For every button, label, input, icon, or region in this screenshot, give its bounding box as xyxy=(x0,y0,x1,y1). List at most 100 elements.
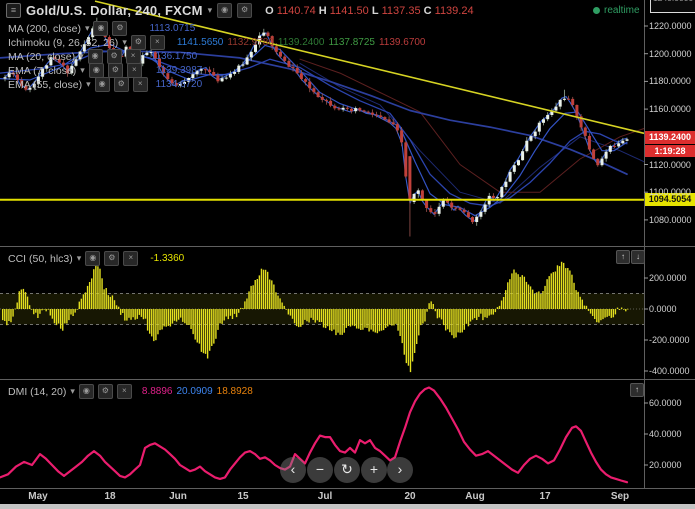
chevron-down-icon[interactable]: ▾ xyxy=(122,37,127,48)
bar-countdown-badge: 1:19:28 xyxy=(645,145,695,157)
cci-axis-label: 200.0000 xyxy=(649,273,687,283)
indicator-value: 1113.0715 xyxy=(149,23,196,34)
chevron-down-icon[interactable]: ▾ xyxy=(70,386,75,397)
cci-panel-header: CCI (50, hlc3) ▾ ◉ ⚙ × -1.3360 xyxy=(8,251,184,266)
price-axis-label: 1160.0000 xyxy=(649,104,691,115)
menu-icon[interactable]: ≡ xyxy=(6,3,21,18)
chart-header: ≡ Gold/U.S. Dollar, 240, FXCM ▾ ◉ ⚙ O 11… xyxy=(6,3,474,18)
close-icon[interactable]: × xyxy=(126,63,142,78)
reset-view-button[interactable]: ↻ xyxy=(334,457,360,483)
chevron-down-icon[interactable]: ▾ xyxy=(80,65,85,76)
pan-right-button[interactable]: › xyxy=(387,457,413,483)
price-axis-label: 1100.0000 xyxy=(649,187,691,198)
time-axis-label: Sep xyxy=(610,491,630,502)
eye-icon[interactable]: ◉ xyxy=(88,63,104,78)
eye-icon[interactable]: ◉ xyxy=(94,77,110,92)
indicator-title[interactable]: MA (20, close) xyxy=(8,51,75,63)
legend-row-ichimoku: Ichimoku (9, 26, 52, 26) ▾ ⚙ × 1141.5650… xyxy=(8,35,426,50)
indicator-value: 1139.3987 xyxy=(155,65,203,76)
close-icon[interactable]: × xyxy=(116,384,132,399)
gear-icon[interactable]: ⚙ xyxy=(112,21,128,36)
open-value: 1140.74 xyxy=(276,4,316,17)
cci-axis-label: -200.0000 xyxy=(649,335,690,345)
indicator-title[interactable]: MA (200, close) xyxy=(8,23,81,35)
chevron-down-icon[interactable]: ▾ xyxy=(208,5,213,16)
eye-icon[interactable]: ◉ xyxy=(217,3,233,18)
cci-axis-label: 0.0000 xyxy=(649,304,677,314)
gear-icon[interactable]: ⚙ xyxy=(113,77,129,92)
indicator-value: -1.3360 xyxy=(150,253,185,264)
chevron-down-icon[interactable]: ▾ xyxy=(77,253,82,264)
ohlc-readout: O 1140.74 H 1141.50 L 1137.35 C 1139.24 xyxy=(265,5,473,17)
indicator-title[interactable]: EMA (55, close) xyxy=(8,79,82,91)
close-icon[interactable]: × xyxy=(123,251,139,266)
dmi-panel-header: DMI (14, 20) ▾ ◉ ⚙ × 8.8896 20.0909 18.8… xyxy=(8,384,253,399)
indicator-value: 1141.5650 xyxy=(176,37,224,48)
high-label: H xyxy=(318,4,327,17)
price-axis-label: 1220.0000 xyxy=(649,21,692,31)
gear-icon[interactable]: ⚙ xyxy=(104,251,120,266)
time-axis-label: 20 xyxy=(404,491,416,502)
indicator-title[interactable]: DMI (14, 20) xyxy=(8,386,66,398)
gear-icon[interactable]: ⚙ xyxy=(106,49,122,64)
cci-axis-label: -400.0000 xyxy=(649,366,690,376)
low-label: L xyxy=(371,4,379,17)
cci-move-up-button[interactable]: ↑ xyxy=(616,250,630,264)
clipped-axis-label: 1240.0000 xyxy=(650,0,695,13)
close-icon[interactable]: × xyxy=(149,35,165,50)
indicator-value: 1132.9780 xyxy=(227,37,274,48)
price-axis-label: 1120.0000 xyxy=(649,159,691,170)
chevron-down-icon[interactable]: ▾ xyxy=(85,23,90,34)
eye-icon[interactable]: ◉ xyxy=(93,21,109,36)
indicator-value: 20.0909 xyxy=(176,386,213,397)
time-axis-label: Jun xyxy=(169,491,187,502)
indicator-value: 18.8928 xyxy=(216,386,253,397)
time-axis-label: May xyxy=(28,491,48,502)
indicator-title[interactable]: CCI (50, hlc3) xyxy=(8,253,73,265)
indicator-value: 1139.6700 xyxy=(378,37,426,48)
time-axis-label: 17 xyxy=(539,491,551,502)
cci-move-down-button[interactable]: ↓ xyxy=(631,250,645,264)
dmi-move-up-button[interactable]: ↑ xyxy=(630,383,644,397)
high-value: 1141.50 xyxy=(329,4,369,17)
indicator-value: 8.8896 xyxy=(141,386,173,397)
price-axis-label: 1180.0000 xyxy=(649,76,691,87)
gear-icon[interactable]: ⚙ xyxy=(130,35,146,50)
gear-icon[interactable]: ⚙ xyxy=(237,3,253,18)
time-axis-label: 18 xyxy=(104,491,116,502)
realtime-label: realtime xyxy=(604,5,640,16)
realtime-status: realtime xyxy=(593,5,640,16)
price-axis-label: 1200.0000 xyxy=(649,48,692,59)
gear-icon[interactable]: ⚙ xyxy=(107,63,123,78)
dmi-axis-label: 60.0000 xyxy=(649,398,682,408)
chevron-down-icon[interactable]: ▾ xyxy=(79,51,84,62)
close-icon[interactable]: × xyxy=(132,77,148,92)
symbol-title[interactable]: Gold/U.S. Dollar, 240, FXCM xyxy=(26,3,203,18)
indicator-title[interactable]: EMA (7, close) xyxy=(8,65,76,77)
current-price-badge: 1139.2400 xyxy=(645,131,695,144)
legend-row-ema7: EMA (7, close) ▾ ◉ ⚙ × 1139.3987 xyxy=(8,63,202,78)
eye-icon[interactable]: ◉ xyxy=(78,384,94,399)
zoom-in-button[interactable]: + xyxy=(361,457,387,483)
zoom-out-button[interactable]: − xyxy=(307,457,333,483)
price-axis-label: 1080.0000 xyxy=(649,214,692,225)
close-value: 1139.24 xyxy=(434,4,474,17)
indicator-value: 1134.6720 xyxy=(155,79,203,90)
close-icon[interactable]: × xyxy=(125,49,141,64)
time-axis-label: 15 xyxy=(237,491,249,502)
bottom-scrollbar[interactable] xyxy=(0,504,695,509)
legend-row-ma200: MA (200, close) ▾ ◉ ⚙ 1113.0715 xyxy=(8,21,195,36)
time-axis-label: Aug xyxy=(465,491,485,502)
indicator-value: 1136.1750 xyxy=(150,51,198,62)
indicator-title[interactable]: Ichimoku (9, 26, 52, 26) xyxy=(8,37,118,49)
eye-icon[interactable]: ◉ xyxy=(85,251,101,266)
time-axis-label: Jul xyxy=(317,491,333,502)
realtime-dot-icon xyxy=(593,7,600,14)
chevron-down-icon[interactable]: ▾ xyxy=(86,79,91,90)
indicator-value: 1137.8725 xyxy=(328,37,375,48)
legend-row-ma20: MA (20, close) ▾ ◉ ⚙ × 1136.1750 xyxy=(8,49,197,64)
eye-icon[interactable]: ◉ xyxy=(87,49,103,64)
gear-icon[interactable]: ⚙ xyxy=(97,384,113,399)
pan-left-button[interactable]: ‹ xyxy=(280,457,306,483)
dmi-axis-label: 40.0000 xyxy=(649,429,682,439)
